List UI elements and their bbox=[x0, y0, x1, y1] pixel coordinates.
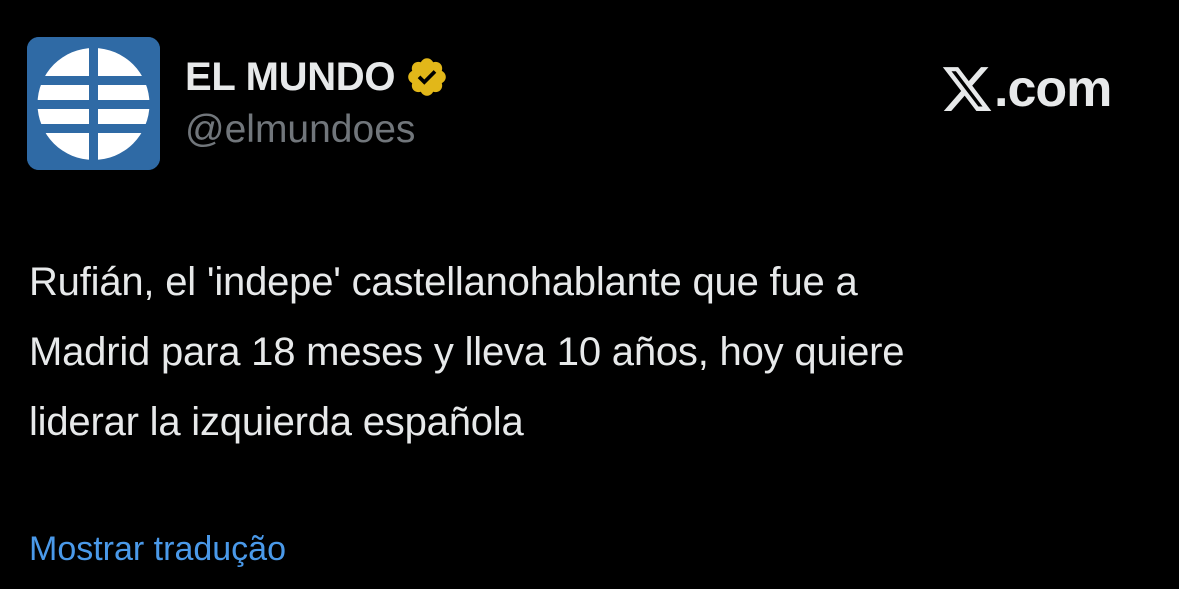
avatar[interactable] bbox=[27, 37, 160, 170]
tweet-card: EL MUNDO @elmundoes .com Rufián, el 'ind… bbox=[0, 0, 1179, 589]
el-mundo-globe-logo-icon bbox=[27, 37, 160, 170]
author-handle[interactable]: @elmundoes bbox=[185, 108, 415, 152]
translate-link[interactable]: Mostrar tradução bbox=[29, 530, 286, 569]
x-logo-icon bbox=[942, 67, 992, 111]
author-display-name[interactable]: EL MUNDO bbox=[185, 55, 396, 100]
tweet-text: Rufián, el 'indepe' castellanohablante q… bbox=[29, 260, 905, 444]
site-brand: .com bbox=[940, 58, 1112, 120]
author-name-row: EL MUNDO bbox=[185, 52, 449, 102]
site-domain-text: .com bbox=[994, 60, 1112, 118]
verified-badge-icon bbox=[408, 58, 446, 96]
